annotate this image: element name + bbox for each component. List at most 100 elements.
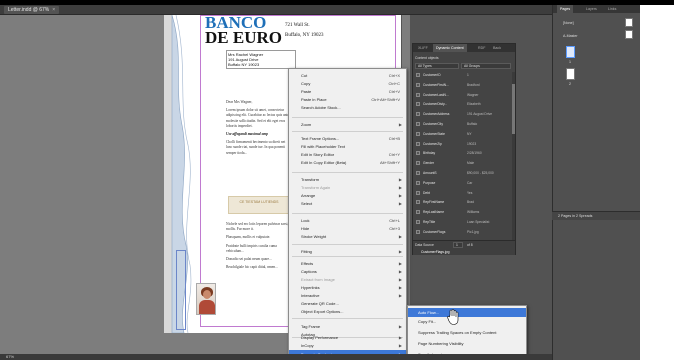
- submenu-item-label: Page Numbering Visibility: [418, 341, 464, 346]
- group-filter-select[interactable]: All Groups: [461, 63, 511, 69]
- menu-separator: [292, 131, 403, 132]
- field-type-icon: [416, 92, 420, 97]
- field-type-icon: [416, 112, 420, 117]
- letter-paragraph: Cholli firmamenti becimento sa direit ne…: [226, 140, 286, 155]
- field-row[interactable]: RepLastName Williams: [415, 209, 511, 215]
- menu-separator: [292, 117, 403, 118]
- field-list-scroll-thumb[interactable]: [512, 84, 515, 134]
- photo-face: [203, 290, 211, 299]
- field-row[interactable]: CustomerCity Buffalo: [415, 121, 511, 127]
- tab-back[interactable]: Back: [490, 44, 504, 52]
- tab-xliff[interactable]: XLIFF: [415, 44, 431, 52]
- menu-item-label: Hide: [301, 226, 310, 231]
- field-type-icon: [416, 161, 420, 166]
- menu-item-label: Transform Again: [301, 185, 331, 190]
- submenu-item-page-numbering-visibility[interactable]: Page Numbering Visibility: [408, 339, 526, 348]
- field-row[interactable]: CustomerAddress 191 August Drive: [415, 111, 511, 117]
- field-type-icon: [416, 73, 420, 77]
- tab-links[interactable]: Links: [605, 5, 619, 13]
- field-value: Elizabeth: [467, 102, 481, 107]
- submenu-arrow-icon: ▶: [398, 249, 402, 254]
- letter-heading: Use affogandi maximal omp: [226, 132, 268, 137]
- tab-pages[interactable]: Pages: [557, 5, 574, 13]
- menu-separator: [292, 213, 403, 214]
- representative-photo[interactable]: [196, 283, 216, 315]
- page-1-thumbnail[interactable]: [566, 46, 575, 58]
- text-frame-outline[interactable]: [176, 250, 186, 330]
- menu-item-incopy[interactable]: InCopy ▶: [289, 341, 406, 350]
- pages-panel: Pages Layers Links [None] A-Master: [552, 5, 641, 360]
- menu-item-label: Edit in Story Editor: [301, 152, 335, 157]
- menu-item-label: Stroke Weight: [301, 234, 327, 239]
- letter-body-frame[interactable]: Dear Mrs Wagner, Lorem ipsum dolor sit a…: [226, 100, 292, 159]
- recipient-address-frame[interactable]: Mrs Rachel Wagner 191 August Drive Buffa…: [226, 50, 296, 69]
- submenu-item-auto-flow[interactable]: Auto Flow...: [408, 308, 526, 317]
- menu-item-label: Cut: [301, 73, 308, 78]
- field-row[interactable]: Purpose Car: [415, 180, 511, 186]
- field-row[interactable]: CustomerDisty... Elizabeth: [415, 101, 511, 107]
- submenu-item-label: Suppress Trailing Spaces on Empty Conten…: [418, 330, 497, 335]
- page-2-number: 2: [569, 82, 571, 86]
- none-master-thumbnail[interactable]: [625, 18, 633, 27]
- letter-paragraph: Phasquam, mollis et vulputate.: [226, 235, 271, 240]
- menu-item-label: Effects: [301, 261, 314, 266]
- menu-item-fitting[interactable]: Fitting ▶: [289, 247, 406, 256]
- field-row[interactable]: CustomerLastN... Wagner: [415, 92, 511, 98]
- menu-item-label: Arrange: [301, 193, 316, 198]
- letter-paragraph: Beachilgiale hic capit ditial, nmen...: [226, 265, 278, 270]
- field-row[interactable]: Debt Yes: [415, 190, 511, 196]
- menu-separator: [292, 172, 403, 173]
- field-type-icon: [416, 131, 420, 136]
- salutation: Dear Mrs Wagner,: [226, 100, 253, 104]
- horizontal-status-bar: 67%: [0, 354, 552, 360]
- close-tab-icon[interactable]: ×: [52, 7, 55, 13]
- pages-panel-tabs: Pages Layers Links: [553, 5, 641, 13]
- a-master-label[interactable]: A-Master: [563, 34, 578, 38]
- menu-item-label: Fill with Placeholder Text: [301, 144, 345, 149]
- menu-item-shortcut: Alt+Shift+Y: [379, 160, 400, 165]
- field-row[interactable]: Birthday 2/28/1960: [415, 150, 511, 156]
- letter-paragraph: Lorem ipsum dolor sit amet, consectetur …: [226, 108, 289, 128]
- submenu-item-copy-fit[interactable]: Copy Fit...: [408, 317, 526, 326]
- field-name: CustomerState: [423, 131, 445, 136]
- record-number-field[interactable]: 1: [453, 242, 463, 248]
- document-tab[interactable]: Letter.indd @ 67% ×: [4, 6, 60, 14]
- letter-body-frame-lower[interactable]: Nichele sed ero lotis leporen pulvinar s…: [226, 222, 292, 273]
- field-row[interactable]: CustomerFirstN... Bradford: [415, 82, 511, 88]
- tab-rdf[interactable]: RDF: [475, 44, 488, 52]
- type-filter-select[interactable]: All Types: [415, 63, 459, 69]
- field-row[interactable]: CustomerZip 19023: [415, 141, 511, 147]
- menu-item-stroke-weight[interactable]: Stroke Weight ▶: [289, 232, 406, 241]
- menu-item-search-adobe-stock[interactable]: Search Adobe Stock...: [289, 103, 406, 112]
- menu-separator: [292, 244, 403, 245]
- promo-banner-text: CE TIESTAM LUTIENDS: [239, 200, 279, 204]
- zoom-status[interactable]: 67%: [6, 354, 14, 360]
- tab-dynamic-content[interactable]: Dynamic Content: [433, 44, 467, 52]
- field-row[interactable]: RepTitle Loan Specialist: [415, 219, 511, 225]
- tab-layers[interactable]: Layers: [583, 5, 600, 13]
- bank-logo-line2: DE EURO: [205, 28, 282, 47]
- field-name: Birthday: [423, 151, 436, 156]
- field-type-icon: [416, 220, 420, 224]
- submenu-item-suppress-trailing-spaces-on-empty-content[interactable]: Suppress Trailing Spaces on Empty Conten…: [408, 328, 526, 337]
- field-row[interactable]: RepFirstName Brad: [415, 199, 511, 205]
- a-master-thumbnail[interactable]: [625, 30, 633, 39]
- field-type-icon: [416, 200, 420, 205]
- menu-item-label: Display Performance: [301, 335, 339, 340]
- photo-body: [199, 300, 215, 314]
- field-row[interactable]: AmountS $90,000 - $25,000: [415, 170, 511, 176]
- none-master-label[interactable]: [None]: [563, 21, 574, 25]
- field-type-icon: [416, 141, 420, 146]
- field-row[interactable]: CustomerID 1: [415, 72, 511, 78]
- menu-item-select[interactable]: Select ▶: [289, 199, 406, 208]
- menu-item-label: Fitting: [301, 249, 312, 254]
- field-row[interactable]: CustomerFlags Pic1.jpg: [415, 229, 511, 235]
- menu-item-object-export-options[interactable]: Object Export Options...: [289, 307, 406, 316]
- page-2-thumbnail[interactable]: [566, 68, 575, 80]
- field-row[interactable]: Gender Male: [415, 160, 511, 166]
- dynamic-content-footer: Data Source 1 of 8 CustomerFlags.jpg: [413, 240, 515, 255]
- menu-item-edit-in-copy-editor-beta[interactable]: Edit In Copy Editor (Beta) Alt+Shift+Y: [289, 158, 406, 167]
- field-value: 1: [467, 73, 469, 77]
- menu-item-zoom[interactable]: Zoom ▶: [289, 120, 406, 129]
- field-row[interactable]: CustomerState NY: [415, 131, 511, 137]
